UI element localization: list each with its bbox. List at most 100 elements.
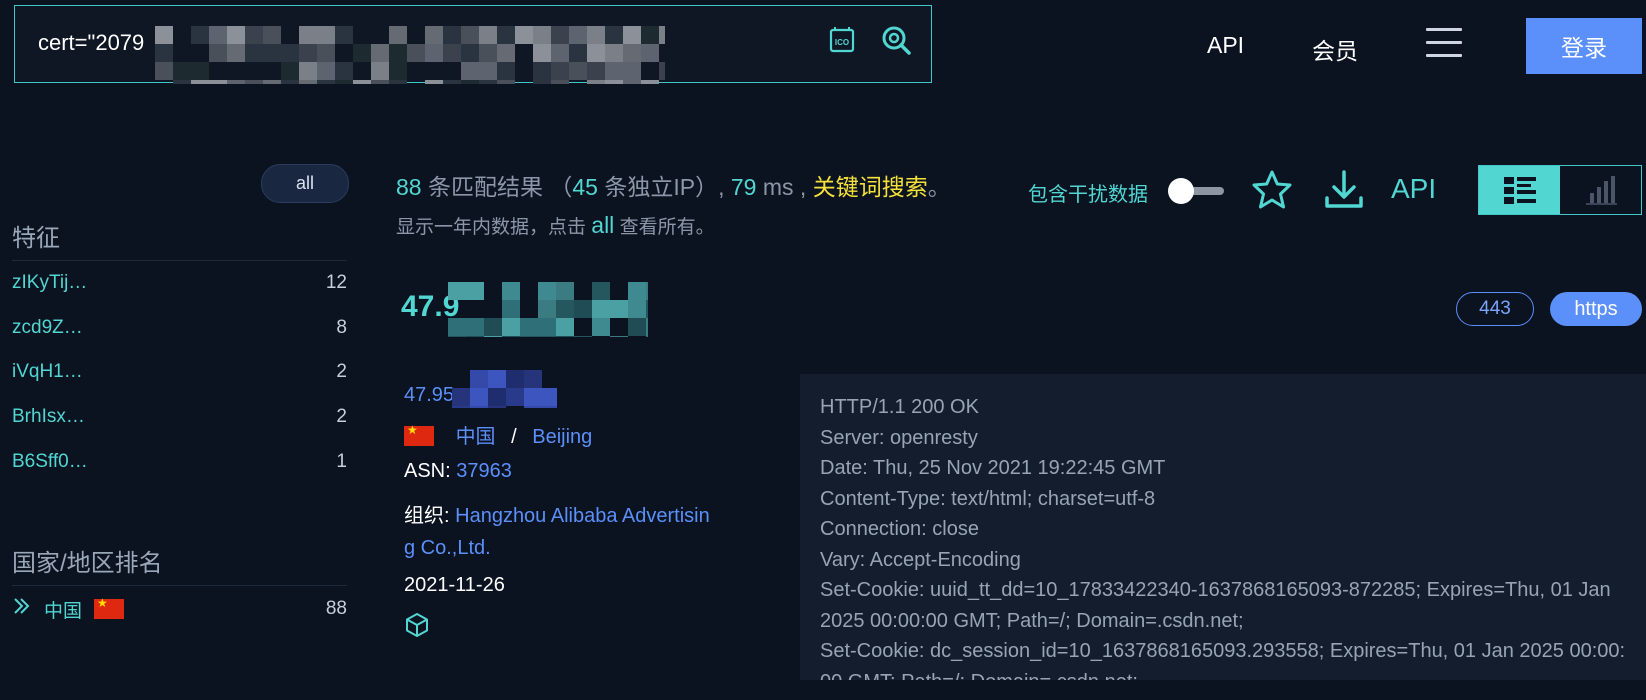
mosaic-cell [155, 62, 173, 80]
mosaic-cell [524, 370, 542, 388]
mosaic-cell [488, 388, 506, 406]
ico-search-icon[interactable]: ICO [826, 24, 858, 56]
mosaic-cell [484, 336, 502, 337]
mosaic-cell [317, 44, 335, 62]
mosaic-cell [317, 62, 335, 80]
mosaic-cell [605, 26, 623, 44]
mosaic-cell [281, 62, 299, 80]
sub-suffix: 查看所有。 [614, 217, 715, 238]
view-mode-toggle[interactable] [1478, 165, 1642, 215]
asn-row: ASN: 37963 [404, 460, 512, 483]
mosaic-cell [610, 336, 628, 337]
cube-icon[interactable] [404, 612, 430, 638]
mosaic-cell [425, 44, 443, 62]
api-button[interactable]: API [1391, 173, 1436, 205]
detail-ip-link[interactable]: 47.95 [404, 384, 454, 407]
result-date: 2021-11-26 [404, 574, 505, 596]
china-flag-icon [94, 596, 125, 619]
mosaic-cell [209, 80, 227, 84]
feature-item[interactable]: BrhIsx… 2 [12, 403, 347, 431]
mosaic-cell [173, 80, 191, 84]
mosaic-cell [502, 282, 520, 300]
mosaic-cell [173, 62, 191, 80]
country-link[interactable]: 中国 [456, 426, 496, 448]
nav-api-link[interactable]: API [1207, 32, 1244, 59]
mosaic-cell [641, 80, 659, 84]
mosaic-cell [533, 62, 551, 80]
view-all-link[interactable]: all [591, 212, 614, 238]
divider [12, 260, 347, 261]
mosaic-cell [227, 80, 245, 84]
download-icon[interactable] [1322, 168, 1366, 212]
chart-view-icon[interactable] [1560, 166, 1641, 214]
mosaic-cell [592, 318, 610, 336]
list-view-icon[interactable] [1479, 166, 1560, 214]
mosaic-cell [605, 80, 623, 84]
mosaic-cell [448, 318, 466, 336]
mosaic-cell [263, 44, 281, 62]
org-link-continued[interactable]: g Co.,Ltd. [404, 537, 491, 560]
interference-data-toggle[interactable] [1168, 178, 1224, 204]
protocol-badge[interactable]: https [1550, 292, 1642, 326]
mosaic-cell [389, 44, 407, 62]
mosaic-cell [659, 26, 665, 44]
mosaic-cell [569, 44, 587, 62]
mosaic-cell [587, 44, 605, 62]
mosaic-cell [520, 318, 538, 336]
all-filter-button[interactable]: all [261, 164, 349, 203]
mosaic-cell [448, 282, 466, 300]
mosaic-cell [353, 80, 371, 84]
mosaic-cell [371, 44, 389, 62]
search-icon[interactable] [880, 24, 912, 56]
mosaic-cell [659, 62, 665, 80]
country-item[interactable]: 中国 88 [12, 595, 347, 623]
mosaic-cell [461, 26, 479, 44]
star-icon[interactable] [1250, 168, 1294, 212]
mosaic-cell [605, 62, 623, 80]
keyword-search-link[interactable]: 关键词搜索 [813, 174, 928, 200]
mosaic-cell [389, 26, 407, 44]
feature-label: BrhIsx… [12, 406, 85, 427]
mosaic-cell [488, 370, 506, 388]
login-button[interactable]: 登录 [1526, 18, 1642, 74]
feature-item[interactable]: iVqH1… 2 [12, 358, 347, 386]
mosaic-cell [371, 62, 389, 80]
mosaic-cell [587, 62, 605, 80]
hamburger-menu-icon[interactable] [1426, 28, 1462, 60]
mosaic-cell [209, 44, 227, 62]
mosaic-cell [592, 282, 610, 300]
mosaic-cell [263, 80, 281, 84]
asn-link[interactable]: 37963 [456, 460, 512, 482]
mosaic-cell [452, 388, 470, 406]
location-line: 中国 / Beijing [404, 420, 592, 449]
mosaic-cell [628, 300, 646, 318]
feature-item[interactable]: zcd9Z… 8 [12, 314, 347, 342]
mosaic-cell [542, 388, 557, 406]
asn-label: ASN: [404, 460, 457, 482]
mosaic-cell [443, 80, 461, 84]
match-text: 条匹配结果 （ [421, 174, 573, 200]
sub-prefix: 显示一年内数据，点击 [396, 217, 592, 238]
location-separator: / [511, 426, 517, 448]
feature-count: 8 [336, 317, 347, 338]
mosaic-cell [556, 282, 574, 300]
mosaic-cell [488, 406, 506, 408]
org-link[interactable]: Hangzhou Alibaba Advertisin [455, 505, 710, 527]
mosaic-cell [425, 26, 443, 44]
match-count: 88 [396, 174, 422, 200]
response-header-panel[interactable]: HTTP/1.1 200 OK Server: openresty Date: … [800, 374, 1646, 680]
mosaic-cell [209, 26, 227, 44]
nav-member-link[interactable]: 会员 [1312, 32, 1358, 66]
feature-item[interactable]: zIKyTij… 12 [12, 269, 347, 297]
search-input[interactable]: cert="2079 [38, 30, 144, 56]
mosaic-cell [470, 388, 488, 406]
unique-ip-count: 45 [572, 174, 598, 200]
mosaic-cell [542, 406, 557, 408]
port-badge[interactable]: 443 [1456, 292, 1534, 326]
city-link[interactable]: Beijing [532, 426, 592, 448]
mosaic-cell [470, 370, 488, 388]
mosaic-cell [623, 62, 641, 80]
feature-item[interactable]: B6Sff0… 1 [12, 448, 347, 476]
mosaic-cell [610, 300, 628, 318]
response-header-text: HTTP/1.1 200 OK Server: openresty Date: … [820, 396, 1626, 680]
